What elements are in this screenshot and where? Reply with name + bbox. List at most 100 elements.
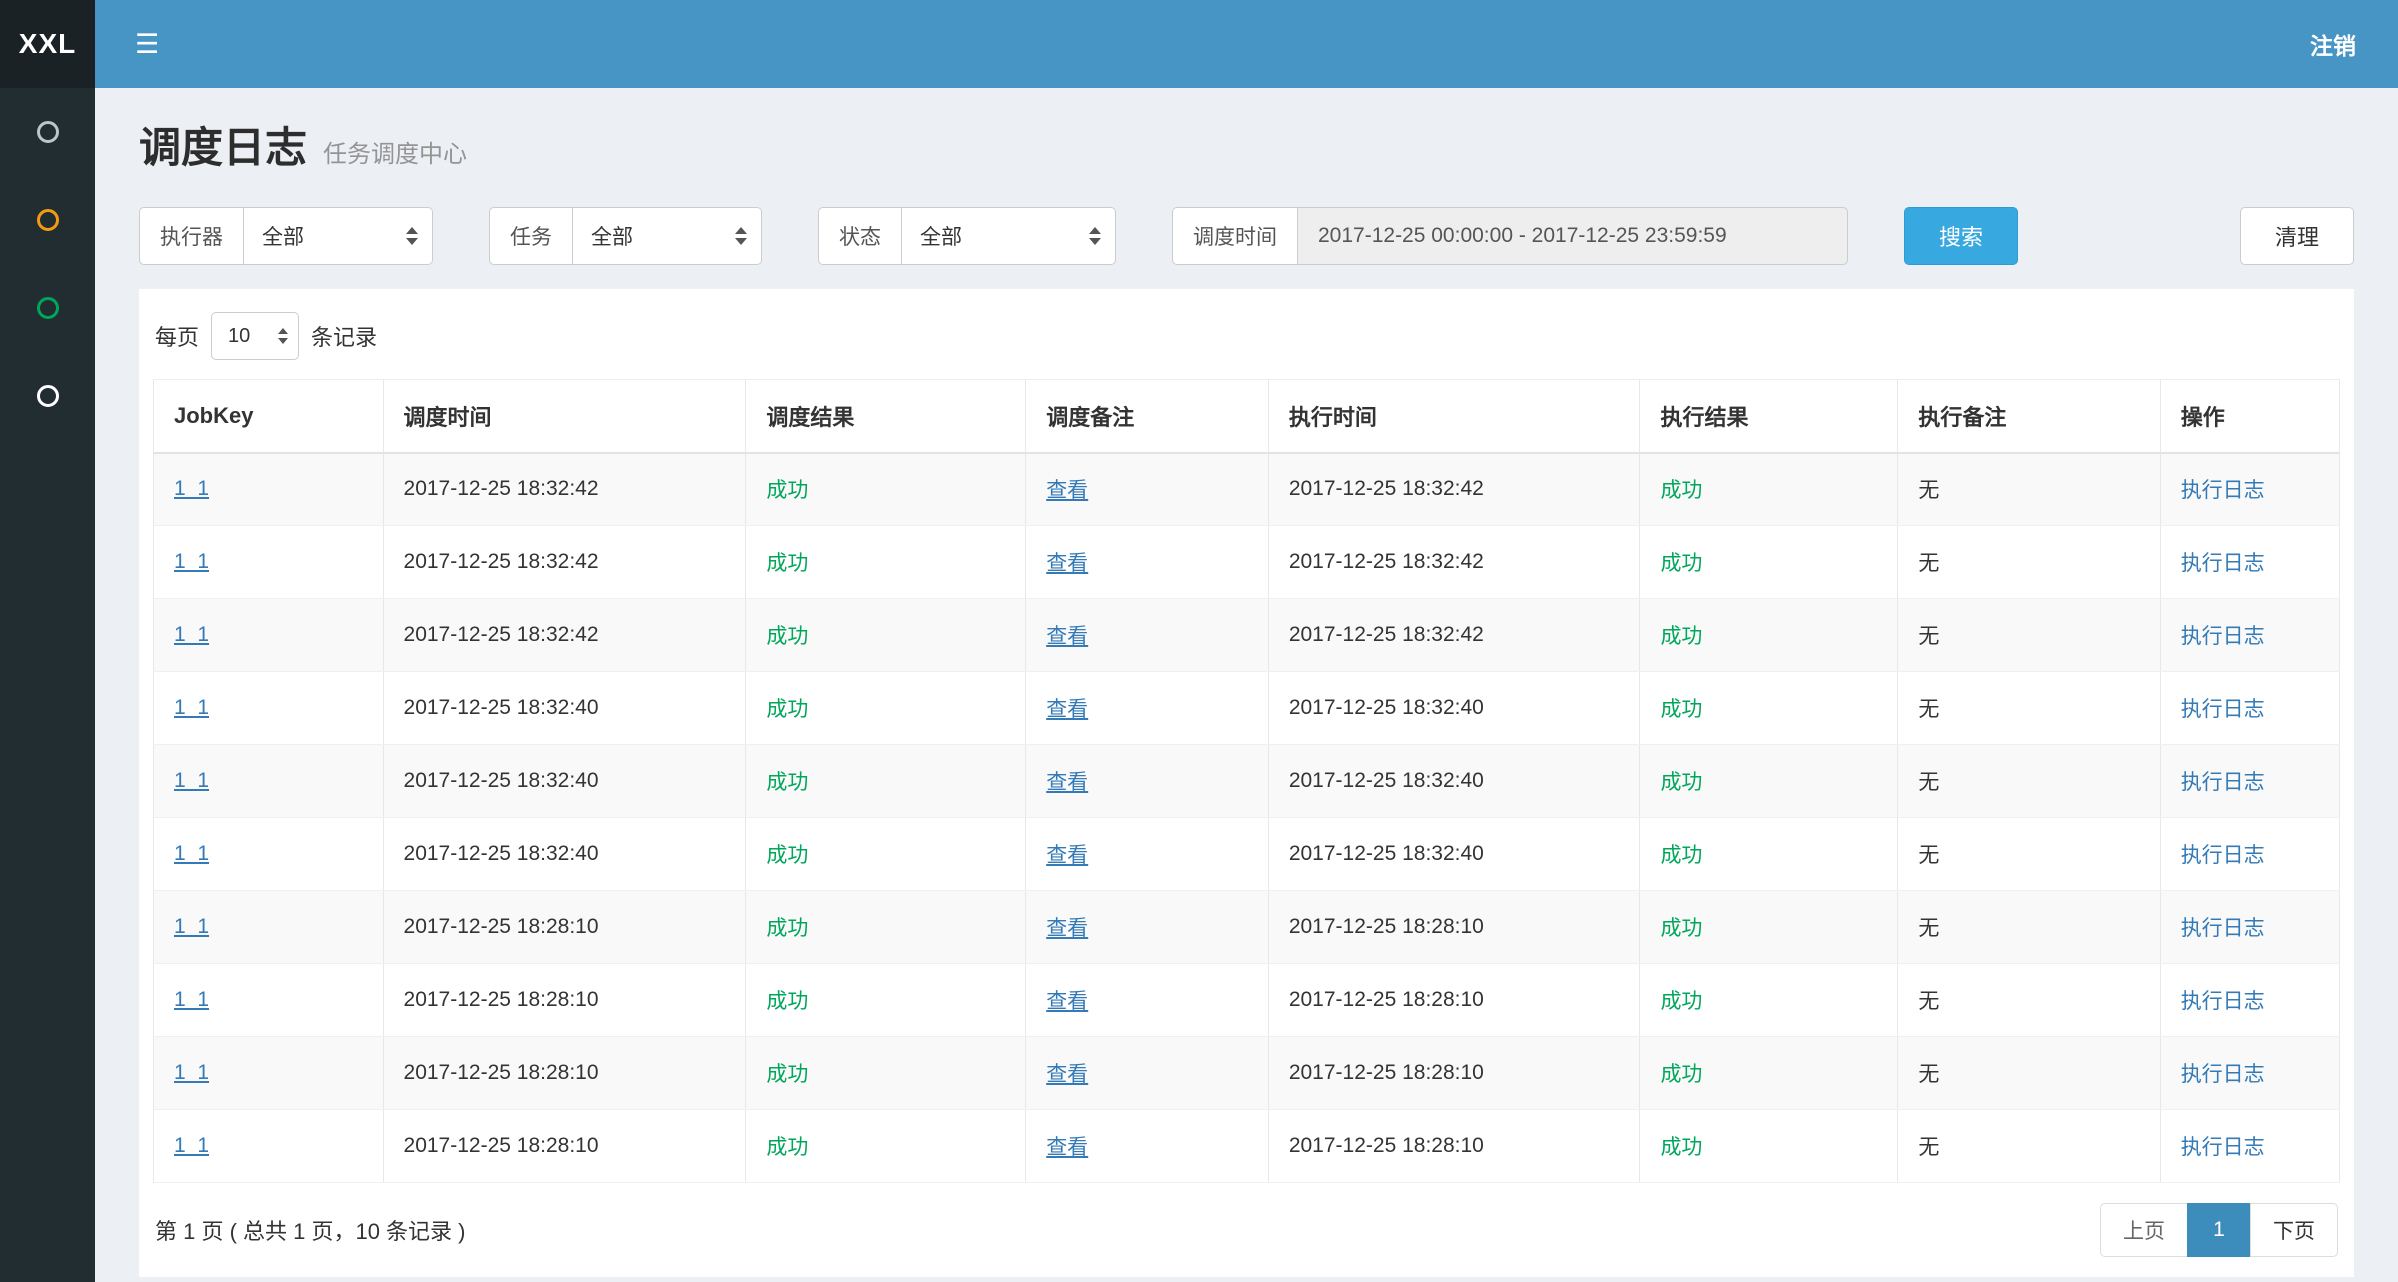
filter-bar: 执行器 全部 任务 全部 状态 全部 调度时间 2017-12-25 00:00… — [139, 207, 2354, 265]
clear-button[interactable]: 清理 — [2240, 207, 2354, 265]
handle-msg-cell: 无 — [1898, 818, 2160, 891]
job-filter: 任务 全部 — [489, 207, 762, 265]
handle-time-cell: 2017-12-25 18:32:42 — [1268, 526, 1640, 599]
jobkey-link[interactable]: 1_1 — [174, 477, 209, 500]
trigger-time-filter: 调度时间 2017-12-25 00:00:00 - 2017-12-25 23… — [1172, 207, 1848, 265]
sidebar-item-3[interactable] — [0, 264, 95, 352]
navbar-main: ☰ 注销 — [95, 0, 2398, 88]
handle-msg-cell: 无 — [1898, 891, 2160, 964]
trigger-time-cell: 2017-12-25 18:32:40 — [383, 745, 746, 818]
prev-page-button[interactable]: 上页 — [2100, 1203, 2188, 1257]
col-trigger-time: 调度时间 — [383, 380, 746, 453]
sidebar-toggle-icon[interactable]: ☰ — [135, 31, 159, 58]
page-subtitle: 任务调度中心 — [323, 134, 467, 169]
trigger-msg-link[interactable]: 查看 — [1046, 479, 1088, 502]
search-button[interactable]: 搜索 — [1904, 207, 2018, 265]
trigger-time-cell: 2017-12-25 18:28:10 — [383, 1110, 746, 1183]
sidebar — [0, 88, 95, 1282]
trigger-msg-link[interactable]: 查看 — [1046, 771, 1088, 794]
status-filter: 状态 全部 — [818, 207, 1116, 265]
exec-log-link[interactable]: 执行日志 — [2181, 990, 2265, 1013]
next-page-button[interactable]: 下页 — [2250, 1203, 2338, 1257]
exec-log-link[interactable]: 执行日志 — [2181, 1063, 2265, 1086]
jobkey-link[interactable]: 1_1 — [174, 1061, 209, 1084]
job-select[interactable]: 全部 — [572, 207, 762, 265]
status-select[interactable]: 全部 — [901, 207, 1116, 265]
jobkey-link[interactable]: 1_1 — [174, 1134, 209, 1157]
exec-log-link[interactable]: 执行日志 — [2181, 917, 2265, 940]
handle-time-cell: 2017-12-25 18:32:40 — [1268, 672, 1640, 745]
trigger-time-cell: 2017-12-25 18:32:40 — [383, 818, 746, 891]
exec-log-link[interactable]: 执行日志 — [2181, 844, 2265, 867]
handle-result-cell: 成功 — [1640, 453, 1898, 526]
trigger-time-cell: 2017-12-25 18:32:42 — [383, 526, 746, 599]
jobkey-link[interactable]: 1_1 — [174, 769, 209, 792]
trigger-time-filter-label: 调度时间 — [1172, 207, 1297, 265]
page-size-prefix-label: 每页 — [155, 320, 199, 352]
handle-time-cell: 2017-12-25 18:28:10 — [1268, 1037, 1640, 1110]
jobkey-link[interactable]: 1_1 — [174, 842, 209, 865]
select-arrows-icon — [390, 227, 418, 245]
log-table-body: 1_1 2017-12-25 18:32:42 成功 查看 2017-12-25… — [154, 453, 2340, 1183]
jobkey-link[interactable]: 1_1 — [174, 988, 209, 1011]
jobkey-link[interactable]: 1_1 — [174, 623, 209, 646]
executor-select[interactable]: 全部 — [243, 207, 433, 265]
log-panel: 每页 10 条记录 JobKey 调度时间 调度结果 调度备注 执行时间 执行结… — [139, 289, 2354, 1277]
pagination-summary: 第 1 页 ( 总共 1 页，10 条记录 ) — [155, 1214, 466, 1246]
app-logo: XXL — [0, 0, 95, 88]
menu-circle-icon — [37, 297, 59, 319]
select-arrows-icon — [1073, 227, 1101, 245]
handle-result-cell: 成功 — [1640, 745, 1898, 818]
sidebar-item-4[interactable] — [0, 352, 95, 440]
log-table: JobKey 调度时间 调度结果 调度备注 执行时间 执行结果 执行备注 操作 … — [153, 379, 2340, 1183]
trigger-msg-link[interactable]: 查看 — [1046, 1063, 1088, 1086]
status-select-value: 全部 — [920, 221, 962, 251]
current-page-button[interactable]: 1 — [2187, 1203, 2251, 1257]
table-footer: 第 1 页 ( 总共 1 页，10 条记录 ) 上页 1 下页 — [153, 1203, 2340, 1257]
col-handle-time: 执行时间 — [1268, 380, 1640, 453]
executor-select-value: 全部 — [262, 221, 304, 251]
page-size-value: 10 — [228, 325, 250, 348]
trigger-msg-link[interactable]: 查看 — [1046, 1136, 1088, 1159]
handle-time-cell: 2017-12-25 18:32:42 — [1268, 453, 1640, 526]
trigger-msg-link[interactable]: 查看 — [1046, 990, 1088, 1013]
job-filter-label: 任务 — [489, 207, 572, 265]
exec-log-link[interactable]: 执行日志 — [2181, 1136, 2265, 1159]
trigger-msg-link[interactable]: 查看 — [1046, 698, 1088, 721]
exec-log-link[interactable]: 执行日志 — [2181, 479, 2265, 502]
trigger-msg-link[interactable]: 查看 — [1046, 844, 1088, 867]
exec-log-link[interactable]: 执行日志 — [2181, 698, 2265, 721]
jobkey-link[interactable]: 1_1 — [174, 696, 209, 719]
menu-circle-icon — [37, 209, 59, 231]
main-content: 调度日志 任务调度中心 执行器 全部 任务 全部 状态 全部 调度时 — [95, 114, 2398, 1277]
handle-time-cell: 2017-12-25 18:32:40 — [1268, 818, 1640, 891]
trigger-msg-link[interactable]: 查看 — [1046, 625, 1088, 648]
trigger-msg-link[interactable]: 查看 — [1046, 917, 1088, 940]
handle-result-cell: 成功 — [1640, 891, 1898, 964]
handle-time-cell: 2017-12-25 18:28:10 — [1268, 1110, 1640, 1183]
jobkey-link[interactable]: 1_1 — [174, 915, 209, 938]
sidebar-item-1[interactable] — [0, 88, 95, 176]
page-size-select[interactable]: 10 — [211, 312, 299, 360]
status-filter-label: 状态 — [818, 207, 901, 265]
table-row: 1_1 2017-12-25 18:32:42 成功 查看 2017-12-25… — [154, 599, 2340, 672]
table-row: 1_1 2017-12-25 18:32:40 成功 查看 2017-12-25… — [154, 818, 2340, 891]
trigger-time-cell: 2017-12-25 18:32:42 — [383, 453, 746, 526]
handle-msg-cell: 无 — [1898, 526, 2160, 599]
exec-log-link[interactable]: 执行日志 — [2181, 771, 2265, 794]
trigger-time-cell: 2017-12-25 18:32:40 — [383, 672, 746, 745]
handle-result-cell: 成功 — [1640, 1110, 1898, 1183]
trigger-result-cell: 成功 — [746, 891, 1026, 964]
jobkey-link[interactable]: 1_1 — [174, 550, 209, 573]
handle-msg-cell: 无 — [1898, 1110, 2160, 1183]
exec-log-link[interactable]: 执行日志 — [2181, 552, 2265, 575]
col-jobkey: JobKey — [154, 380, 384, 453]
trigger-msg-link[interactable]: 查看 — [1046, 552, 1088, 575]
table-row: 1_1 2017-12-25 18:32:42 成功 查看 2017-12-25… — [154, 526, 2340, 599]
sidebar-item-2[interactable] — [0, 176, 95, 264]
table-row: 1_1 2017-12-25 18:32:42 成功 查看 2017-12-25… — [154, 453, 2340, 526]
exec-log-link[interactable]: 执行日志 — [2181, 625, 2265, 648]
trigger-time-range-input[interactable]: 2017-12-25 00:00:00 - 2017-12-25 23:59:5… — [1297, 207, 1848, 265]
logout-link[interactable]: 注销 — [2310, 27, 2356, 61]
trigger-result-cell: 成功 — [746, 964, 1026, 1037]
